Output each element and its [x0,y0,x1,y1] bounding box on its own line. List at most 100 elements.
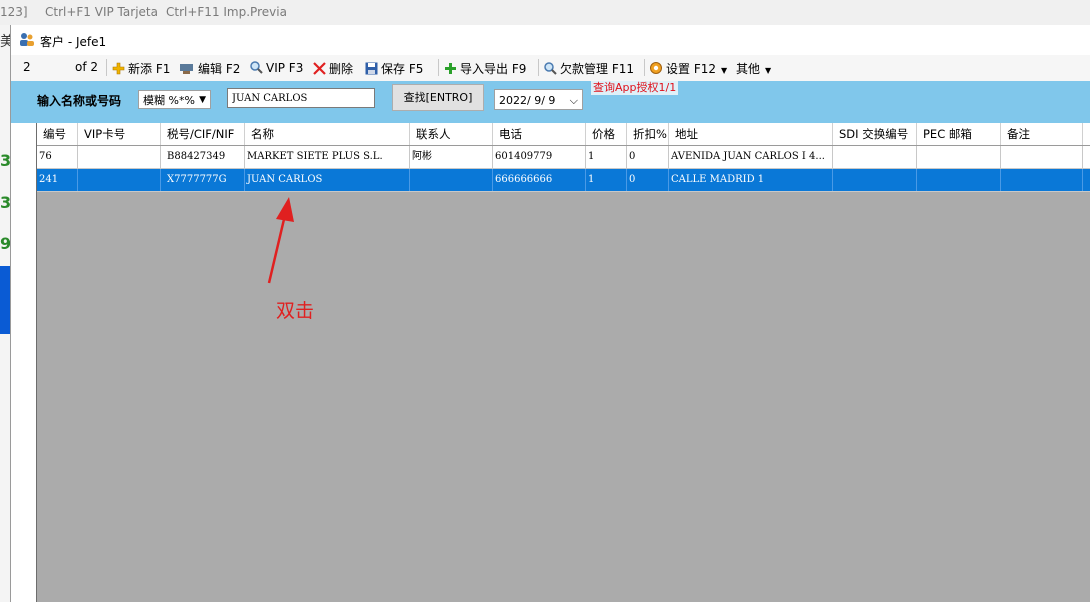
column-header-vip-card[interactable]: VIP卡号 [78,123,161,145]
settings-label: 设置 F12 [666,62,716,76]
edit-icon [180,64,193,74]
magnifier-icon [544,62,557,75]
background-app-sidebar: 美 3 3 9 [0,25,10,602]
vip-label: VIP F3 [266,61,304,75]
cell-name[interactable]: MARKET SIETE PLUS S.L. [245,146,410,168]
cell-price[interactable]: 1 [586,146,627,168]
delete-button[interactable]: 删除 [313,60,353,77]
cell-id[interactable]: 241 [37,169,78,191]
column-header-price[interactable]: 价格 [586,123,627,145]
chevron-down-icon: ▼ [765,66,772,75]
column-header-pec-email[interactable]: PEC 邮箱 [917,123,1001,145]
cell-sdi-code[interactable] [833,169,917,191]
toolbar-separator [438,59,439,76]
cell-extra[interactable] [1083,146,1090,168]
table-header: 编号 VIP卡号 税号/CIF/NIF 名称 联系人 电话 价格 折扣% 地址 SDI 交换编号 P… [37,123,1090,146]
column-header-id[interactable]: 编号 [37,123,78,145]
chevron-down-icon: ▼ [721,66,728,75]
cell-phone[interactable]: 666666666 [493,169,586,191]
window-title: 客户 - Jefe1 [40,35,107,49]
customer-table: 编号 VIP卡号 税号/CIF/NIF 名称 联系人 电话 价格 折扣% 地址 SDI 交换编号 P… [36,123,1090,602]
cell-pec-email[interactable] [917,169,1001,191]
debt-management-button[interactable]: 欠款管理 F11 [543,60,634,77]
column-header-notes[interactable]: 备注 [1001,123,1083,145]
column-header-extra[interactable]: i [1083,123,1090,145]
cell-sdi-code[interactable] [833,146,917,168]
search-input[interactable] [227,88,375,108]
debt-management-label: 欠款管理 F11 [560,62,634,76]
save-button[interactable]: 保存 F5 [365,60,423,77]
column-header-name[interactable]: 名称 [245,123,410,145]
bg-digit: 9 [0,234,10,253]
edit-button[interactable]: 编辑 F2 [179,60,240,77]
chevron-down-icon: ▼ [199,95,206,105]
cell-extra[interactable] [1083,169,1090,191]
cell-name[interactable]: JUAN CARLOS [245,169,410,191]
page-count: of 2 [75,60,99,74]
cell-phone[interactable]: 601409779 [493,146,586,168]
cell-discount[interactable]: 0 [627,146,669,168]
cell-notes[interactable] [1001,146,1083,168]
table-row[interactable]: 76 B88427349 MARKET SIETE PLUS S.L. 阿彬 60140… [37,146,1090,169]
save-label: 保存 F5 [381,62,424,76]
magnifier-icon [250,61,263,74]
title-bar[interactable]: 客户 - Jefe1 [11,25,1090,55]
column-header-tax-id[interactable]: 税号/CIF/NIF [161,123,245,145]
green-plus-icon [445,63,456,74]
cell-vip-card[interactable] [78,146,161,168]
import-export-label: 导入导出 F9 [460,62,527,76]
delete-label: 删除 [329,62,354,76]
bg-digit: 3 [0,193,10,212]
cell-contact[interactable] [410,169,493,191]
date-value: 2022/ 9/ 9 [499,94,556,107]
page-number-input[interactable]: 2 [23,60,31,74]
bg-side-glyph: 美 [0,34,10,50]
column-header-address[interactable]: 地址 [669,123,833,145]
cell-price[interactable]: 1 [586,169,627,191]
floppy-disk-icon [365,62,378,75]
app-authorization-link[interactable]: 查询App授权1/1 [591,81,679,95]
cell-vip-card[interactable] [78,169,161,191]
find-button[interactable]: 查找[ENTRO] [392,84,484,111]
annotation-arrow [267,197,294,284]
settings-dropdown[interactable]: 设置 F12 ▼ [649,60,727,77]
customer-window: 客户 - Jefe1 2 of 2 新添 F1 编辑 F2 VIP F3 删除 … [10,25,1090,602]
new-button[interactable]: 新添 F1 [112,60,170,77]
more-label: 其他 [736,62,761,76]
date-picker[interactable]: 2022/ 9/ 9 ⌵ [494,89,583,110]
background-app-shortcut-bar: 123] Ctrl+F1 VIP Tarjeta Ctrl+F11 Imp.Pr… [0,0,1090,25]
bg-selection [0,266,10,334]
match-mode-value: 模糊 %*% [143,94,195,107]
toolbar-separator [644,59,645,76]
plus-icon [112,62,125,75]
search-bar: 输入名称或号码 模糊 %*% ▼ 查找[ENTRO] 2022/ 9/ 9 ⌵ 查询… [11,81,1090,123]
import-export-button[interactable]: 导入导出 F9 [444,60,526,77]
column-header-sdi-code[interactable]: SDI 交换编号 [833,123,917,145]
annotation-double-click: 双击 [276,300,315,322]
table-row[interactable]: 241 X7777777G JUAN CARLOS 666666666 1 0 CALLE … [37,169,1090,192]
cell-address[interactable]: CALLE MADRID 1 [669,169,833,191]
match-mode-select[interactable]: 模糊 %*% ▼ [138,90,211,109]
column-header-phone[interactable]: 电话 [493,123,586,145]
cell-pec-email[interactable] [917,146,1001,168]
column-header-discount[interactable]: 折扣% [627,123,669,145]
bg-shortcut-vip: Ctrl+F1 VIP Tarjeta [45,5,158,19]
cell-tax-id[interactable]: X7777777G [161,169,245,191]
vip-button[interactable]: VIP F3 [249,60,303,75]
cell-id[interactable]: 76 [37,146,78,168]
users-icon [20,33,34,46]
cell-discount[interactable]: 0 [627,169,669,191]
bg-shortcut-prefix: 123] [0,5,28,19]
delete-x-icon [313,62,326,75]
bg-digit: 3 [0,151,10,170]
more-dropdown[interactable]: 其他 ▼ [736,60,771,77]
chevron-down-icon: ⌵ [569,94,578,107]
cell-notes[interactable] [1001,169,1083,191]
gear-icon [650,62,662,74]
toolbar-separator [106,59,107,76]
cell-tax-id[interactable]: B88427349 [161,146,245,168]
toolbar: 2 of 2 新添 F1 编辑 F2 VIP F3 删除 保存 F5 导入导出 … [11,55,1090,82]
cell-contact[interactable]: 阿彬 [410,146,493,168]
cell-address[interactable]: AVENIDA JUAN CARLOS I 4... [669,146,833,168]
column-header-contact[interactable]: 联系人 [410,123,493,145]
